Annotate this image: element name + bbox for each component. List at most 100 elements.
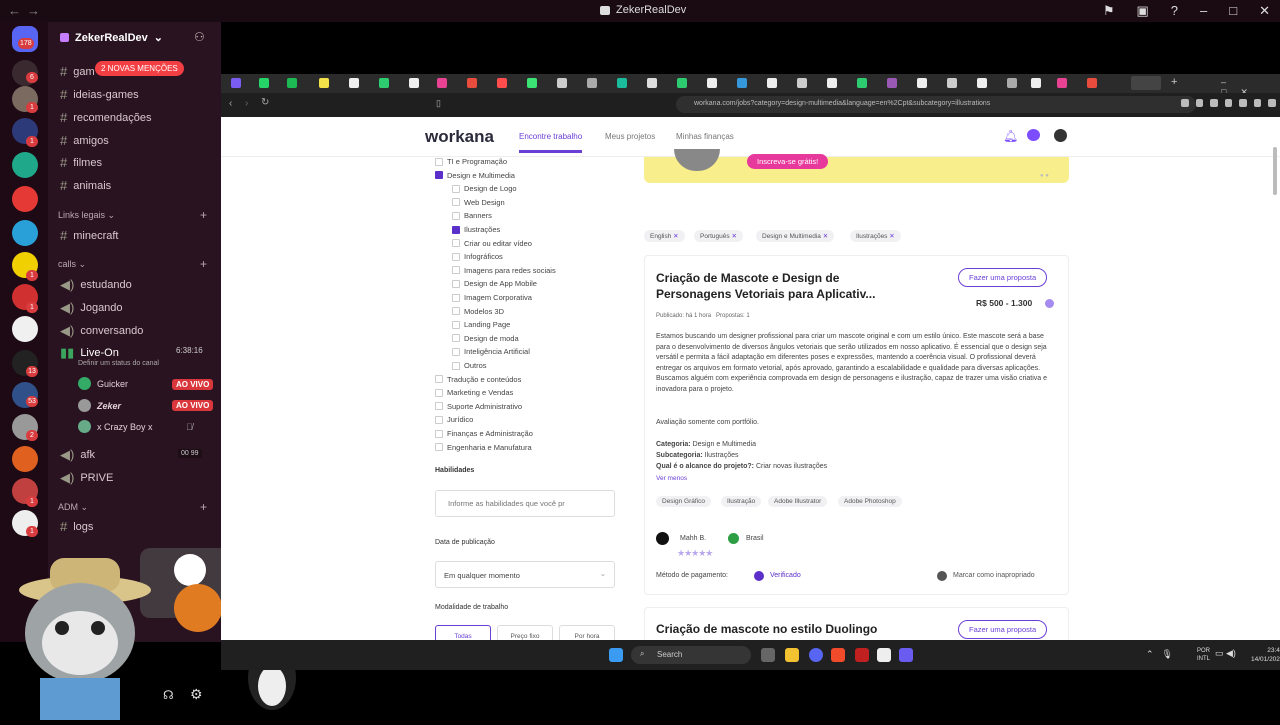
new-mentions-pill[interactable]: 2 NOVAS MENÇÕES (95, 61, 184, 76)
see-less-link[interactable]: Ver menos (656, 475, 687, 482)
browser-tab[interactable] (527, 78, 537, 88)
checkbox[interactable] (452, 239, 460, 248)
forward-icon[interactable]: › (245, 98, 248, 109)
client-name[interactable]: Mahh B. (680, 535, 706, 542)
server-icon[interactable] (12, 316, 38, 342)
file-explorer-icon[interactable] (785, 648, 799, 662)
browser-tab[interactable] (259, 78, 269, 88)
brave-icon[interactable] (831, 648, 845, 662)
add-channel-icon[interactable]: + (200, 208, 207, 222)
filter-option[interactable]: Infográficos (452, 252, 503, 261)
browser-tab[interactable] (557, 78, 567, 88)
filter-option[interactable]: Engenharia e Manufatura (435, 443, 532, 452)
skills-input[interactable] (435, 490, 615, 517)
checkbox[interactable] (435, 375, 443, 384)
filter-option[interactable]: Finanças e Administração (435, 429, 533, 438)
app-icon[interactable] (877, 648, 891, 662)
mode-option-all[interactable]: Todas (435, 625, 491, 640)
channel-item[interactable]: # recomendações (60, 110, 152, 125)
browser-tab[interactable] (767, 78, 777, 88)
reload-icon[interactable]: ↻ (261, 97, 269, 108)
add-member-icon[interactable]: ⚇ (194, 30, 205, 44)
filter-option[interactable]: Design de moda (452, 334, 519, 343)
channel-item[interactable]: # amigos (60, 133, 109, 148)
taskview-icon[interactable] (761, 648, 775, 662)
bell-icon[interactable]: 🔔︎ (1003, 129, 1018, 143)
back-forward-icons[interactable]: ←→ (8, 3, 46, 18)
network-volume-icons[interactable]: ▭ ◀) (1215, 648, 1236, 659)
filter-option[interactable]: Imagem Corporativa (452, 293, 532, 302)
make-proposal-button[interactable]: Fazer uma proposta (958, 620, 1048, 639)
report-link[interactable]: Marcar como inapropriado (953, 572, 1035, 579)
server-icon[interactable] (12, 446, 38, 472)
browser-tab[interactable] (349, 78, 359, 88)
browser-tab[interactable] (917, 78, 927, 88)
date-select[interactable]: Em qualquer momento ⌄ (435, 561, 615, 588)
checkbox[interactable] (435, 171, 443, 180)
browser-tab[interactable] (887, 78, 897, 88)
browser-tab[interactable] (677, 78, 687, 88)
start-icon[interactable] (609, 648, 623, 662)
filter-option[interactable]: Criar ou editar vídeo (452, 239, 532, 248)
user-avatar[interactable] (1054, 129, 1067, 142)
voice-channel[interactable]: ◀) estudando (60, 277, 132, 293)
checkbox[interactable] (435, 429, 443, 438)
keyboard-layout[interactable]: POR INTL (1197, 647, 1210, 663)
flag-icon[interactable]: ⚑ (1103, 3, 1115, 19)
server-icon[interactable] (12, 186, 38, 212)
filter-option[interactable]: Imagens para redes sociais (452, 266, 556, 275)
checkbox[interactable] (435, 402, 443, 411)
filter-option[interactable]: Design de App Mobile (452, 279, 537, 288)
browser-tab[interactable] (617, 78, 627, 88)
help-icon[interactable]: ? (1171, 3, 1178, 19)
active-filter-chip[interactable]: English ✕ (644, 230, 685, 242)
voice-channel[interactable]: ◀) PRIVE (60, 470, 113, 486)
make-proposal-button[interactable]: Fazer uma proposta (958, 268, 1048, 287)
filter-option[interactable]: Modelos 3D (452, 307, 504, 316)
browser-tab[interactable] (287, 78, 297, 88)
voice-member[interactable]: Zeker (78, 399, 121, 412)
browser-tab[interactable] (797, 78, 807, 88)
new-tab-icon[interactable]: + (1171, 76, 1177, 88)
headphones-icon[interactable]: ☊ (163, 688, 174, 702)
bookmark-icon[interactable]: ▯ (436, 98, 441, 109)
app-icon[interactable] (899, 648, 913, 662)
clock[interactable]: 23:4514/01/2026 (1251, 646, 1280, 664)
browser-tab[interactable] (231, 78, 241, 88)
carousel-dots[interactable]: ● ● (1040, 173, 1049, 179)
voice-channel[interactable]: ◀) afk (60, 447, 95, 463)
filter-option[interactable]: Jurídico (435, 415, 473, 424)
checkbox[interactable] (452, 361, 460, 370)
browser-tab[interactable] (409, 78, 419, 88)
signup-button[interactable]: Inscreva-se grátis! (747, 154, 829, 169)
server-icon[interactable] (12, 152, 38, 178)
checkbox[interactable] (452, 198, 460, 207)
browser-tab[interactable] (977, 78, 987, 88)
browser-tab[interactable] (707, 78, 717, 88)
report-icon[interactable] (937, 571, 947, 581)
taskbar-search[interactable]: ⌕ Search (631, 646, 751, 664)
checkbox[interactable] (435, 443, 443, 452)
browser-tab[interactable] (947, 78, 957, 88)
back-icon[interactable]: ‹ (229, 98, 232, 109)
browser-tab[interactable] (647, 78, 657, 88)
mode-option-hourly[interactable]: Por hora (559, 625, 615, 640)
active-filter-chip[interactable]: Ilustrações ✕ (850, 230, 901, 242)
server-icon[interactable] (12, 220, 38, 246)
filter-option[interactable]: Ilustrações (452, 225, 500, 234)
nav-finances[interactable]: Minhas finanças (676, 132, 734, 141)
url-field[interactable]: workana.com/jobs?category=design-multime… (676, 96, 1196, 113)
checkbox[interactable] (435, 415, 443, 424)
active-filter-chip[interactable]: Português ✕ (694, 230, 743, 242)
checkbox[interactable] (435, 388, 443, 397)
filter-option[interactable]: Tradução e conteúdos (435, 375, 521, 384)
checkbox[interactable] (452, 184, 460, 193)
job-title[interactable]: Criação de Mascote e Design de Personagen… (656, 270, 875, 302)
browser-tab[interactable] (587, 78, 597, 88)
filter-option[interactable]: Suporte Administrativo (435, 402, 522, 411)
add-channel-icon[interactable]: + (200, 500, 207, 514)
skill-chip[interactable]: Ilustração (721, 496, 762, 507)
channel-item[interactable]: # minecraft (60, 228, 118, 243)
checkbox[interactable] (452, 266, 460, 275)
browser-tab[interactable] (857, 78, 867, 88)
